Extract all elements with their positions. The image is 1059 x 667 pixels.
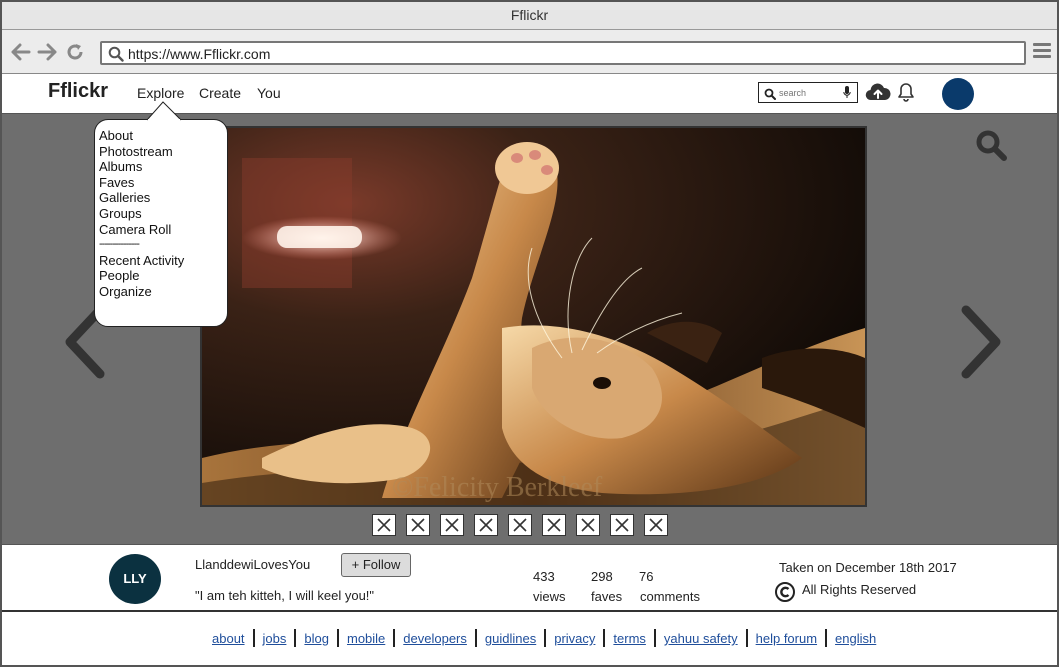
microphone-icon[interactable] bbox=[843, 86, 851, 104]
menu-separator: --------------- bbox=[99, 238, 140, 251]
thumbnail[interactable] bbox=[610, 514, 634, 536]
nav-you[interactable]: You bbox=[257, 85, 281, 101]
menu-item-galleries[interactable]: Galleries bbox=[99, 190, 223, 206]
zoom-search-icon[interactable] bbox=[974, 128, 1008, 167]
footer-link-blog[interactable]: blog bbox=[304, 631, 329, 646]
footer-link-about[interactable]: about bbox=[212, 631, 245, 646]
views-label: views bbox=[533, 589, 566, 604]
faves-count: 298 bbox=[591, 569, 613, 584]
menu-item-recent-activity[interactable]: Recent Activity bbox=[99, 253, 223, 269]
footer-divider bbox=[653, 629, 656, 647]
follow-button[interactable]: + Follow bbox=[341, 553, 411, 577]
menu-item-people[interactable]: People bbox=[99, 268, 223, 284]
menu-item-organize[interactable]: Organize bbox=[99, 284, 223, 300]
footer-link-yahuu-safety[interactable]: yahuu safety bbox=[664, 631, 738, 646]
browser-toolbar bbox=[2, 30, 1057, 74]
thumbnail[interactable] bbox=[440, 514, 464, 536]
footer-divider bbox=[393, 629, 396, 647]
main-photo[interactable]: ©Felicity Berkleef bbox=[200, 126, 867, 507]
thumbnail[interactable] bbox=[474, 514, 498, 536]
search-icon bbox=[764, 87, 776, 105]
address-bar[interactable] bbox=[100, 41, 1026, 65]
thumbnail[interactable] bbox=[372, 514, 396, 536]
back-icon[interactable] bbox=[10, 42, 32, 64]
url-input[interactable] bbox=[128, 44, 1008, 63]
menu-item-albums[interactable]: Albums bbox=[99, 159, 223, 175]
footer-link-jobs[interactable]: jobs bbox=[263, 631, 287, 646]
owner-avatar[interactable]: LLY bbox=[109, 554, 161, 604]
explore-dropdown-menu: About Photostream Albums Faves Galleries… bbox=[94, 119, 228, 327]
menu-item-camera-roll[interactable]: Camera Roll bbox=[99, 222, 223, 238]
footer-divider bbox=[336, 629, 339, 647]
window-title: Fflickr bbox=[2, 2, 1057, 30]
footer-divider bbox=[544, 629, 547, 647]
footer-link-mobile[interactable]: mobile bbox=[347, 631, 385, 646]
bell-icon[interactable] bbox=[897, 82, 915, 107]
footer-divider bbox=[252, 629, 255, 647]
footer-link-developers[interactable]: developers bbox=[403, 631, 467, 646]
footer-divider bbox=[294, 629, 297, 647]
footer-link-english[interactable]: english bbox=[835, 631, 876, 646]
site-search[interactable] bbox=[758, 82, 858, 103]
taken-date: Taken on December 18th 2017 bbox=[779, 560, 957, 575]
site-footer: about jobs blog mobile developers guidlines pr… bbox=[2, 612, 1057, 665]
browser-window: Fflickr Fflickr Explore Create You bbox=[0, 0, 1059, 667]
thumbnail[interactable] bbox=[508, 514, 532, 536]
footer-link-guidlines[interactable]: guidlines bbox=[485, 631, 536, 646]
copyright-icon bbox=[774, 581, 796, 608]
dropdown-caret bbox=[147, 101, 182, 121]
site-logo[interactable]: Fflickr bbox=[48, 80, 108, 103]
menu-item-photostream[interactable]: Photostream bbox=[99, 144, 223, 160]
thumbnail[interactable] bbox=[406, 514, 430, 536]
user-avatar[interactable] bbox=[942, 78, 974, 110]
nav-create[interactable]: Create bbox=[199, 85, 241, 101]
photo-caption: "I am teh kitteh, I will keel you!" bbox=[195, 588, 375, 603]
cat-photo-image: ©Felicity Berkleef bbox=[202, 128, 865, 505]
footer-link-help-forum[interactable]: help forum bbox=[756, 631, 817, 646]
footer-divider bbox=[603, 629, 606, 647]
menu-item-groups[interactable]: Groups bbox=[99, 206, 223, 222]
thumbnail[interactable] bbox=[542, 514, 566, 536]
comments-count: 76 bbox=[639, 569, 654, 584]
footer-link-privacy[interactable]: privacy bbox=[554, 631, 595, 646]
upload-icon[interactable] bbox=[865, 81, 891, 108]
next-arrow-icon[interactable] bbox=[958, 304, 1006, 385]
footer-divider bbox=[825, 629, 828, 647]
footer-links: about jobs blog mobile developers guidlines pr… bbox=[212, 629, 876, 647]
browser-menu-icon[interactable] bbox=[1033, 43, 1051, 59]
search-icon bbox=[108, 46, 124, 67]
footer-divider bbox=[474, 629, 477, 647]
menu-item-about[interactable]: About bbox=[99, 128, 223, 144]
photo-info-bar: LLY LlanddewiLovesYou + Follow "I am teh… bbox=[2, 544, 1057, 612]
forward-icon[interactable] bbox=[36, 42, 58, 64]
comments-label: comments bbox=[640, 589, 700, 604]
photo-watermark: ©Felicity Berkleef bbox=[392, 472, 603, 503]
menu-item-faves[interactable]: Faves bbox=[99, 175, 223, 191]
rights-label: All Rights Reserved bbox=[802, 582, 917, 597]
thumbnail[interactable] bbox=[644, 514, 668, 536]
footer-link-terms[interactable]: terms bbox=[613, 631, 646, 646]
views-count: 433 bbox=[533, 569, 555, 584]
owner-name[interactable]: LlanddewiLovesYou bbox=[195, 557, 310, 572]
footer-divider bbox=[745, 629, 748, 647]
faves-label: faves bbox=[591, 589, 623, 604]
reload-icon[interactable] bbox=[64, 42, 86, 64]
thumbnail[interactable] bbox=[576, 514, 600, 536]
site-search-input[interactable] bbox=[779, 85, 837, 100]
